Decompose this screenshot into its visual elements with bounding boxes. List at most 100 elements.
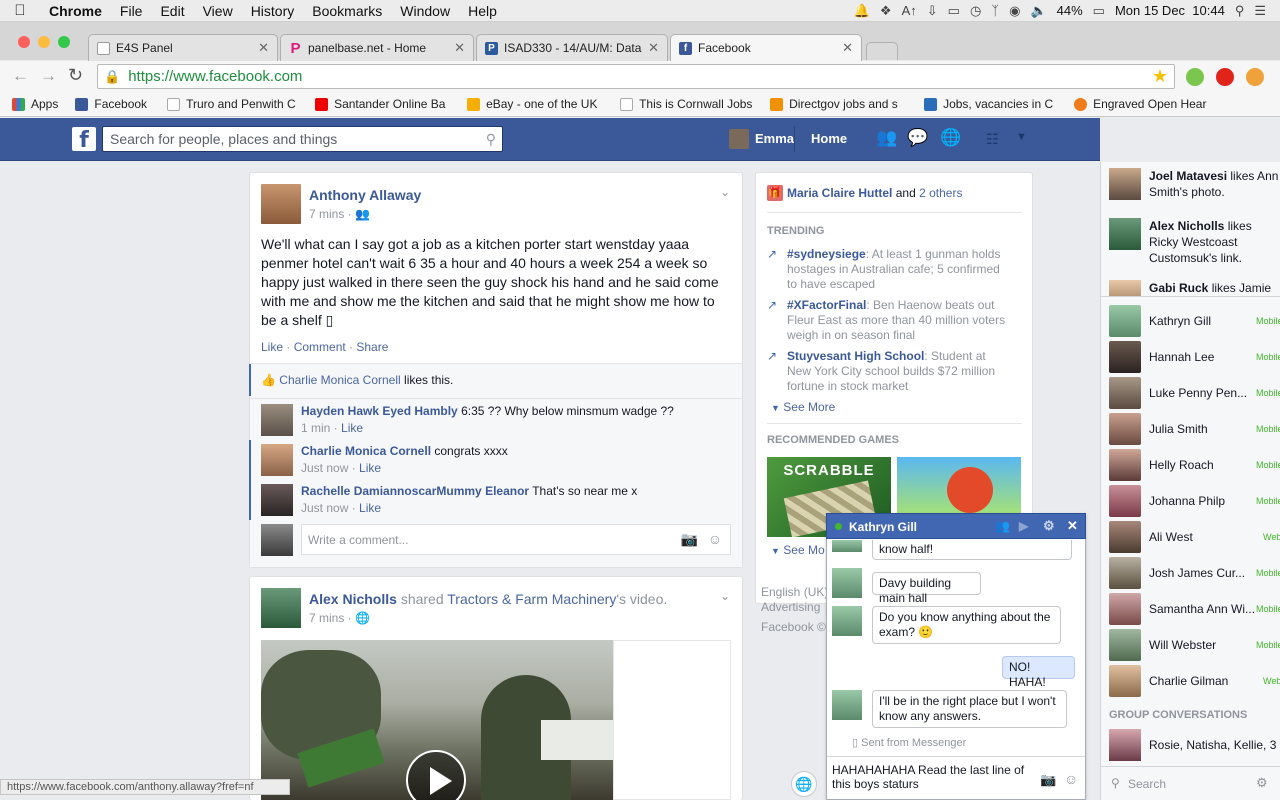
comment-author[interactable]: Rachelle DamiannoscarMummy Eleanor [301, 484, 529, 498]
emoji-icon[interactable]: ☺ [708, 531, 722, 547]
comment-avatar[interactable] [261, 404, 293, 436]
reload-icon[interactable]: ↻ [68, 65, 83, 86]
globe-icon[interactable]: 🌐 [791, 771, 817, 797]
bookmark-cornwall-jobs[interactable]: This is Cornwall Jobs [620, 97, 752, 111]
tab-isad330[interactable]: P ISAD330 - 14/AU/M: Datab ✕ [476, 34, 668, 61]
emoji-icon[interactable]: ☺ [1064, 771, 1078, 787]
post-timestamp[interactable]: 7 mins · 🌐 [309, 611, 370, 625]
address-bar[interactable]: 🔒 https://www.facebook.com ★ [97, 64, 1175, 89]
extension-adblock-icon[interactable] [1216, 68, 1234, 86]
tab-facebook[interactable]: f Facebook ✕ [670, 34, 862, 61]
post-options-chevron-down-icon[interactable]: ⌄ [720, 589, 730, 603]
trending-topic[interactable]: #sydneysiege [787, 247, 866, 261]
user-avatar[interactable] [729, 129, 749, 149]
new-tab-button[interactable] [866, 42, 898, 60]
facebook-logo-icon[interactable]: f [72, 127, 96, 153]
time-machine-icon[interactable]: ◷ [970, 3, 981, 19]
tab-panelbase[interactable]: P panelbase.net - Home ✕ [280, 34, 474, 61]
extension-green-icon[interactable] [1186, 68, 1204, 86]
window-minimize-button[interactable] [38, 36, 50, 48]
close-icon[interactable]: ✕ [842, 40, 853, 56]
chat-contact[interactable]: Josh James Cur... Mobile [1109, 557, 1280, 589]
close-icon[interactable]: ✕ [648, 40, 659, 56]
menu-bookmarks[interactable]: Bookmarks [303, 3, 391, 19]
bookmark-apps[interactable]: Apps [12, 97, 58, 111]
bookmark-truro[interactable]: Truro and Penwith C [167, 97, 297, 111]
home-link[interactable]: Home [811, 131, 847, 146]
url-text[interactable]: https://www.facebook.com [128, 68, 302, 85]
notification-bell-icon[interactable]: 🔔 [854, 3, 870, 19]
comment-author[interactable]: Hayden Hawk Eyed Hambly [301, 404, 458, 418]
farm-game-tile[interactable] [897, 457, 1021, 513]
notifications-globe-icon[interactable]: 🌐 [940, 128, 961, 148]
comment-like-button[interactable]: Like [359, 501, 381, 515]
comment-button[interactable]: Comment [294, 340, 346, 354]
battery-icon[interactable]: ▭ [1093, 3, 1105, 19]
close-icon[interactable]: ✕ [1067, 518, 1078, 534]
chat-settings-gear-icon[interactable]: ⚙ [1256, 775, 1268, 791]
bookmark-facebook[interactable]: Facebook [75, 97, 147, 111]
ticker-item[interactable]: Gabi Ruck likes Jamie [1149, 280, 1280, 296]
bookmark-star-icon[interactable]: ★ [1152, 66, 1168, 87]
play-button[interactable] [406, 750, 466, 800]
video-call-icon[interactable]: ▶ [1019, 519, 1028, 533]
back-icon[interactable]: ← [12, 66, 29, 86]
ticker-item[interactable]: Alex Nicholls likes Ricky Westcoast Cust… [1149, 218, 1280, 266]
wifi-icon[interactable]: ◉ [1009, 3, 1020, 19]
post-author[interactable]: Anthony Allaway [309, 187, 421, 203]
chat-contact[interactable]: Luke Penny Pen... Mobile [1109, 377, 1280, 409]
camera-icon[interactable]: 📷 [1040, 772, 1056, 788]
menu-help[interactable]: Help [459, 3, 506, 19]
apple-icon[interactable]:  [0, 2, 40, 19]
airplay-icon[interactable]: ▭ [948, 3, 960, 19]
window-close-button[interactable] [18, 36, 30, 48]
post-author[interactable]: Alex Nicholls [309, 591, 397, 607]
chat-contact-name[interactable]: Kathryn Gill [849, 520, 917, 534]
chat-header[interactable]: Kathryn Gill 👥 ▶ ⚙ ✕ [826, 513, 1086, 539]
liker-name[interactable]: Charlie Monica Cornell [279, 373, 400, 387]
privacy-shortcuts-icon[interactable]: ☷ [986, 131, 999, 148]
see-more-games[interactable]: ▼ See Mo [771, 543, 825, 557]
ticker-avatar[interactable] [1109, 280, 1141, 296]
notification-center-icon[interactable]: ☰ [1254, 3, 1266, 19]
share-button[interactable]: Share [356, 340, 388, 354]
shared-page-link[interactable]: Tractors & Farm Machinery [447, 591, 616, 607]
download-tray-icon[interactable]: ⇩ [927, 3, 938, 19]
friend-requests-icon[interactable]: 👥 [876, 128, 897, 148]
comment-time[interactable]: 1 min [301, 421, 330, 435]
menu-app-chrome[interactable]: Chrome [40, 3, 111, 19]
comment-like-button[interactable]: Like [341, 421, 363, 435]
comment-avatar[interactable] [261, 444, 293, 476]
spotlight-search-icon[interactable]: ⚲ [1235, 3, 1245, 19]
chat-message-input[interactable]: HAHAHAHAHA Read the last line of this bo… [832, 763, 1032, 791]
trending-topic[interactable]: Stuyvesant High School [787, 349, 924, 363]
post-timestamp[interactable]: 7 mins · 👥 [309, 207, 370, 221]
chat-options-gear-icon[interactable]: ⚙ [1043, 518, 1055, 534]
account-menu-chevron-down-icon[interactable]: ▼ [1016, 131, 1027, 143]
forward-icon[interactable]: → [40, 66, 57, 86]
facebook-search-input[interactable]: Search for people, places and things ⚲ [102, 126, 503, 152]
ticker-avatar[interactable] [1109, 218, 1141, 250]
adobe-icon[interactable]: A↑ [902, 3, 917, 18]
menu-window[interactable]: Window [391, 3, 459, 19]
write-comment-input[interactable]: Write a comment... 📷 ☺ [301, 524, 731, 555]
bluetooth-icon[interactable]: ᛉ [991, 3, 999, 18]
comment-author[interactable]: Charlie Monica Cornell [301, 444, 431, 458]
bookmark-engraved[interactable]: Engraved Open Hear [1074, 97, 1210, 111]
ticker-avatar[interactable] [1109, 168, 1141, 200]
ticker-item[interactable]: Joel Matavesi likes Ann Smith's photo. [1149, 168, 1280, 200]
group-avatar[interactable] [1109, 729, 1141, 761]
bookmark-santander[interactable]: Santander Online Ba [315, 97, 450, 111]
clock[interactable]: Mon 15 Dec 10:44 [1115, 3, 1225, 18]
profile-link[interactable]: Emma [755, 131, 794, 146]
birthday-others-link[interactable]: 2 others [919, 186, 962, 200]
see-more-trending[interactable]: ▼ See More [771, 400, 835, 414]
comment-time[interactable]: Just now [301, 501, 348, 515]
menu-file[interactable]: File [111, 3, 152, 19]
comment-time[interactable]: Just now [301, 461, 348, 475]
chat-search-bar[interactable]: ⚲ Search ⚙ [1101, 766, 1280, 800]
bookmark-directgov[interactable]: Directgov jobs and s [770, 97, 908, 111]
dropbox-icon[interactable]: ❖ [880, 3, 892, 19]
chat-contact[interactable]: Helly Roach Mobile [1109, 449, 1280, 481]
birthday-person[interactable]: Maria Claire Huttel [787, 186, 892, 200]
